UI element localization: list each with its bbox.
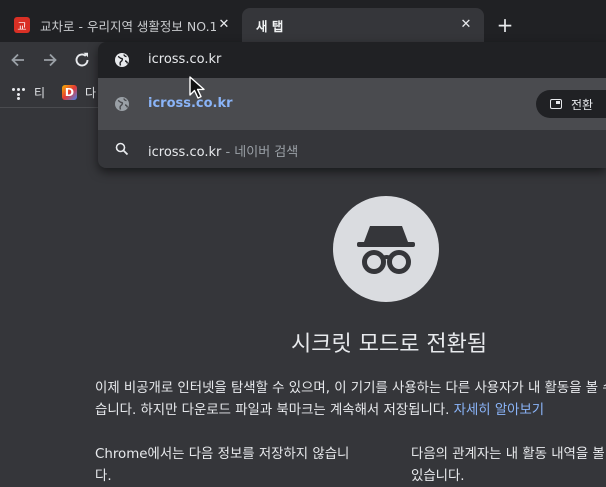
tab-title: 교차로 - 우리지역 생활정보 NO.1 [40, 18, 216, 34]
column-line: 있습니다. [411, 469, 465, 484]
search-icon [114, 141, 130, 157]
activity-visible-column: 다음의 관계자는 내 활동 내역을 볼 수 있습니다. [411, 444, 606, 487]
close-icon[interactable]: ✕ [216, 17, 232, 33]
bookmark-item[interactable]: D 다 [62, 84, 96, 101]
globe-icon [114, 52, 130, 68]
tab-title: 새 탭 [256, 18, 284, 34]
bookmark-item[interactable]: 티 [12, 84, 45, 101]
description-line: 습니다. 하지만 다운로드 파일과 북마크는 계속해서 저장됩니다. 자세히 알… [95, 400, 606, 422]
address-bar[interactable]: icross.co.kr [98, 42, 606, 78]
omnibox-suggestion-search[interactable]: icross.co.kr - 네이버 검색 [98, 130, 606, 168]
column-line: Chrome에서는 다음 정보를 저장하지 않습니 [95, 447, 350, 462]
search-engine-hint: - 네이버 검색 [221, 145, 299, 160]
bookmark-label: 티 [34, 86, 46, 100]
mouse-cursor-icon [189, 76, 209, 100]
description-line: 이제 비공개로 인터넷을 탐색할 수 있으며, 이 기기를 사용하는 다른 사용… [95, 381, 606, 396]
incognito-icon [333, 196, 439, 302]
tab-switch-icon [550, 99, 562, 109]
dots-grid-icon [12, 86, 26, 100]
search-query: icross.co.kr [148, 145, 222, 160]
chrome-not-saved-column: Chrome에서는 다음 정보를 저장하지 않습니 다. [95, 444, 349, 487]
page-title: 시크릿 모드로 전환됨 [291, 332, 488, 357]
incognito-description: 이제 비공개로 인터넷을 탐색할 수 있으며, 이 기기를 사용하는 다른 사용… [95, 378, 606, 422]
description-text: 습니다. 하지만 다운로드 파일과 북마크는 계속해서 저장됩니다. [95, 403, 454, 418]
daum-icon: D [62, 85, 77, 100]
new-tab-button[interactable]: + [494, 14, 516, 36]
forward-arrow-icon[interactable] [40, 50, 60, 70]
switch-to-tab-button[interactable]: 전환 [536, 90, 606, 118]
omnibox-dropdown: icross.co.kr icross.co.kr 전환 icross.co.k… [98, 42, 606, 168]
globe-icon [114, 96, 130, 112]
bookmark-label: 다 [85, 86, 97, 100]
column-line: 다. [95, 469, 112, 484]
switch-label: 전환 [571, 97, 594, 112]
back-arrow-icon[interactable] [8, 50, 28, 70]
close-icon[interactable]: ✕ [458, 17, 474, 33]
column-line: 다음의 관계자는 내 활동 내역을 볼 수 [411, 447, 606, 462]
search-suggestion-text: icross.co.kr - 네이버 검색 [148, 141, 298, 160]
gyocharo-favicon-icon: 교 [14, 17, 30, 33]
tab-strip: 교 교차로 - 우리지역 생활정보 NO.1 ✕ 새 탭 ✕ + [0, 0, 606, 42]
omnibox-suggestion-url[interactable]: icross.co.kr 전환 [98, 78, 606, 130]
address-input[interactable]: icross.co.kr [148, 52, 221, 67]
learn-more-link[interactable]: 자세히 알아보기 [454, 403, 545, 418]
tab-gyocharo[interactable]: 교 교차로 - 우리지역 생활정보 NO.1 ✕ [0, 8, 242, 42]
reload-icon[interactable] [72, 50, 92, 70]
tab-new-tab[interactable]: 새 탭 ✕ [242, 8, 484, 42]
